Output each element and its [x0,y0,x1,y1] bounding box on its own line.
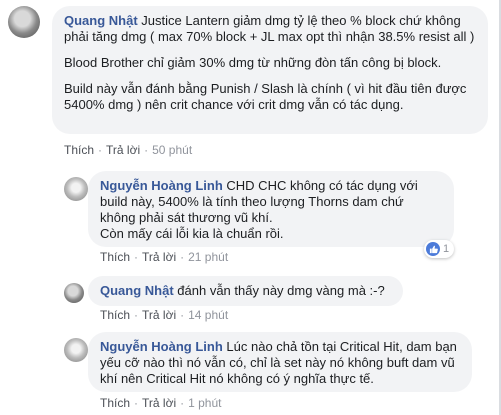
like-button[interactable]: Thích [64,143,94,157]
comment-text: Quang Nhật Justice Lantern giảm dmg tỷ l… [64,13,476,45]
reply-button[interactable]: Trả lời [106,143,140,157]
timestamp[interactable]: 50 phút [152,143,192,157]
comment-paragraph: Còn mấy cái lỗi kia là chuẩn rồi. [100,226,284,241]
comment-actions: Thích · Trả lời · 1 phút [100,396,222,410]
reply-button[interactable]: Trả lời [142,250,176,264]
timestamp[interactable]: 14 phút [188,308,228,322]
comment-actions: Thích · Trả lời · 21 phút [100,250,229,264]
comment-paragraph: Build này vẫn đánh bằng Punish / Slash l… [64,81,467,112]
comment-actions: Thích · Trả lời · 50 phút [64,143,193,157]
like-button[interactable]: Thích [100,396,130,410]
comment-paragraph: Blood Brother chỉ giảm 30% dmg từ những … [64,55,442,70]
author-name[interactable]: Quang Nhật [64,13,138,28]
author-name[interactable]: Quang Nhật [100,283,174,298]
avatar-nguyen-hoang-linh[interactable] [64,177,88,201]
author-name[interactable]: Nguyễn Hoàng Linh [100,339,223,354]
comment-paragraph: đánh vẫn thấy này dmg vàng mà :-? [177,283,385,298]
like-button[interactable]: Thích [100,250,130,264]
avatar-quang-nhat[interactable] [64,283,84,303]
author-name[interactable]: Nguyễn Hoàng Linh [100,178,223,193]
reaction-count: 1 [443,243,450,255]
comment-text: Nguyễn Hoàng Linh Lúc nào chả tồn tại Cr… [100,339,460,387]
thumbs-up-icon [426,242,440,256]
comment-bubble: Quang Nhật đánh vẫn thấy này dmg vàng mà… [88,276,403,306]
timestamp[interactable]: 21 phút [188,250,228,264]
timestamp[interactable]: 1 phút [188,396,221,410]
reply-button[interactable]: Trả lời [142,396,176,410]
comment-bubble: Quang Nhật Justice Lantern giảm dmg tỷ l… [52,6,488,134]
comment-text: Quang Nhật đánh vẫn thấy này dmg vàng mà… [100,283,391,299]
like-button[interactable]: Thích [100,308,130,322]
comment-bubble: Nguyễn Hoàng Linh CHD CHC không có tác d… [88,171,454,247]
comment-bubble: Nguyễn Hoàng Linh Lúc nào chả tồn tại Cr… [88,332,472,392]
comment-text: Nguyễn Hoàng Linh CHD CHC không có tác d… [100,178,442,226]
reaction-badge[interactable]: 1 [424,240,455,258]
avatar-quang-nhat[interactable] [8,6,40,38]
reply-button[interactable]: Trả lời [142,308,176,322]
avatar-nguyen-hoang-linh[interactable] [64,338,88,362]
comment-actions: Thích · Trả lời · 14 phút [100,308,229,322]
